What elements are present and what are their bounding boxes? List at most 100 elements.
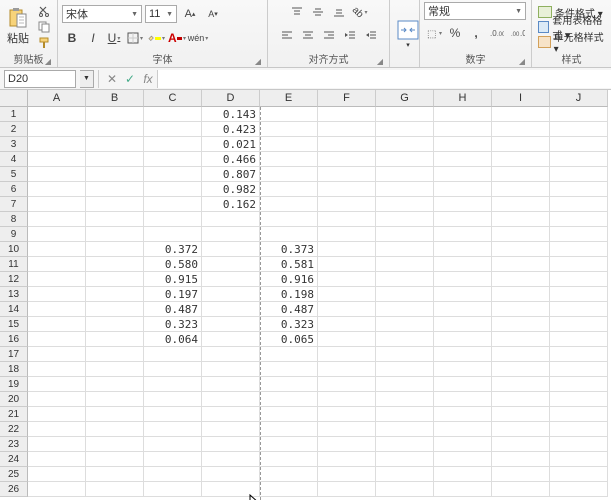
cell-F14[interactable] [318, 302, 376, 317]
cell-J14[interactable] [550, 302, 608, 317]
cell-A10[interactable] [28, 242, 86, 257]
cell-A5[interactable] [28, 167, 86, 182]
cell-E23[interactable] [260, 437, 318, 452]
column-header-H[interactable]: H [434, 90, 492, 107]
cell-J26[interactable] [550, 482, 608, 497]
phonetic-button[interactable]: wén▾ [188, 28, 208, 48]
decrease-indent-button[interactable] [340, 25, 360, 45]
row-header-8[interactable]: 8 [0, 212, 28, 227]
cell-I13[interactable] [492, 287, 550, 302]
cell-D25[interactable] [202, 467, 260, 482]
cell-B21[interactable] [86, 407, 144, 422]
merge-button[interactable]: ▾ [394, 19, 422, 50]
cell-A8[interactable] [28, 212, 86, 227]
row-header-5[interactable]: 5 [0, 167, 28, 182]
cell-H1[interactable] [434, 107, 492, 122]
cell-B11[interactable] [86, 257, 144, 272]
cell-B12[interactable] [86, 272, 144, 287]
cell-E15[interactable]: 0.323 [260, 317, 318, 332]
cell-A16[interactable] [28, 332, 86, 347]
column-header-G[interactable]: G [376, 90, 434, 107]
cell-C16[interactable]: 0.064 [144, 332, 202, 347]
cell-B4[interactable] [86, 152, 144, 167]
cell-D5[interactable]: 0.807 [202, 167, 260, 182]
row-header-9[interactable]: 9 [0, 227, 28, 242]
column-header-J[interactable]: J [550, 90, 608, 107]
column-header-B[interactable]: B [86, 90, 144, 107]
cell-A23[interactable] [28, 437, 86, 452]
cell-A17[interactable] [28, 347, 86, 362]
cell-H24[interactable] [434, 452, 492, 467]
column-header-D[interactable]: D [202, 90, 260, 107]
cell-I23[interactable] [492, 437, 550, 452]
cell-H11[interactable] [434, 257, 492, 272]
cell-I12[interactable] [492, 272, 550, 287]
cell-F12[interactable] [318, 272, 376, 287]
cell-C4[interactable] [144, 152, 202, 167]
border-button[interactable]: ▾ [125, 28, 145, 48]
cell-F13[interactable] [318, 287, 376, 302]
cell-J12[interactable] [550, 272, 608, 287]
cell-F10[interactable] [318, 242, 376, 257]
cell-J17[interactable] [550, 347, 608, 362]
row-header-23[interactable]: 23 [0, 437, 28, 452]
cell-C3[interactable] [144, 137, 202, 152]
cell-J21[interactable] [550, 407, 608, 422]
cell-J1[interactable] [550, 107, 608, 122]
column-header-A[interactable]: A [28, 90, 86, 107]
cell-G5[interactable] [376, 167, 434, 182]
cell-C9[interactable] [144, 227, 202, 242]
cell-H15[interactable] [434, 317, 492, 332]
cell-D11[interactable] [202, 257, 260, 272]
cell-J22[interactable] [550, 422, 608, 437]
cell-I6[interactable] [492, 182, 550, 197]
cell-H3[interactable] [434, 137, 492, 152]
cell-C17[interactable] [144, 347, 202, 362]
cell-F3[interactable] [318, 137, 376, 152]
cell-C11[interactable]: 0.580 [144, 257, 202, 272]
align-top-button[interactable] [287, 2, 307, 22]
cell-D6[interactable]: 0.982 [202, 182, 260, 197]
cell-I17[interactable] [492, 347, 550, 362]
cell-H9[interactable] [434, 227, 492, 242]
cell-E25[interactable] [260, 467, 318, 482]
cell-H5[interactable] [434, 167, 492, 182]
increase-indent-button[interactable] [361, 25, 381, 45]
cell-B8[interactable] [86, 212, 144, 227]
cell-B18[interactable] [86, 362, 144, 377]
cell-H14[interactable] [434, 302, 492, 317]
cell-I18[interactable] [492, 362, 550, 377]
cell-B24[interactable] [86, 452, 144, 467]
cell-C21[interactable] [144, 407, 202, 422]
cell-B26[interactable] [86, 482, 144, 497]
cell-H2[interactable] [434, 122, 492, 137]
cell-I7[interactable] [492, 197, 550, 212]
cell-B13[interactable] [86, 287, 144, 302]
row-header-4[interactable]: 4 [0, 152, 28, 167]
cell-E16[interactable]: 0.065 [260, 332, 318, 347]
cell-F5[interactable] [318, 167, 376, 182]
comma-button[interactable]: , [466, 23, 486, 43]
underline-button[interactable]: U▾ [104, 28, 124, 48]
cell-C10[interactable]: 0.372 [144, 242, 202, 257]
cell-G26[interactable] [376, 482, 434, 497]
cell-B22[interactable] [86, 422, 144, 437]
number-format-select[interactable]: 常规▼ [424, 2, 526, 20]
cell-E5[interactable] [260, 167, 318, 182]
cell-A6[interactable] [28, 182, 86, 197]
cell-D21[interactable] [202, 407, 260, 422]
cell-G25[interactable] [376, 467, 434, 482]
cell-G20[interactable] [376, 392, 434, 407]
cell-I3[interactable] [492, 137, 550, 152]
cell-C18[interactable] [144, 362, 202, 377]
percent-button[interactable]: % [445, 23, 465, 43]
cell-F21[interactable] [318, 407, 376, 422]
cell-A13[interactable] [28, 287, 86, 302]
cell-G4[interactable] [376, 152, 434, 167]
cell-B3[interactable] [86, 137, 144, 152]
cell-E13[interactable]: 0.198 [260, 287, 318, 302]
cell-D9[interactable] [202, 227, 260, 242]
cell-D2[interactable]: 0.423 [202, 122, 260, 137]
cell-E24[interactable] [260, 452, 318, 467]
cell-E7[interactable] [260, 197, 318, 212]
